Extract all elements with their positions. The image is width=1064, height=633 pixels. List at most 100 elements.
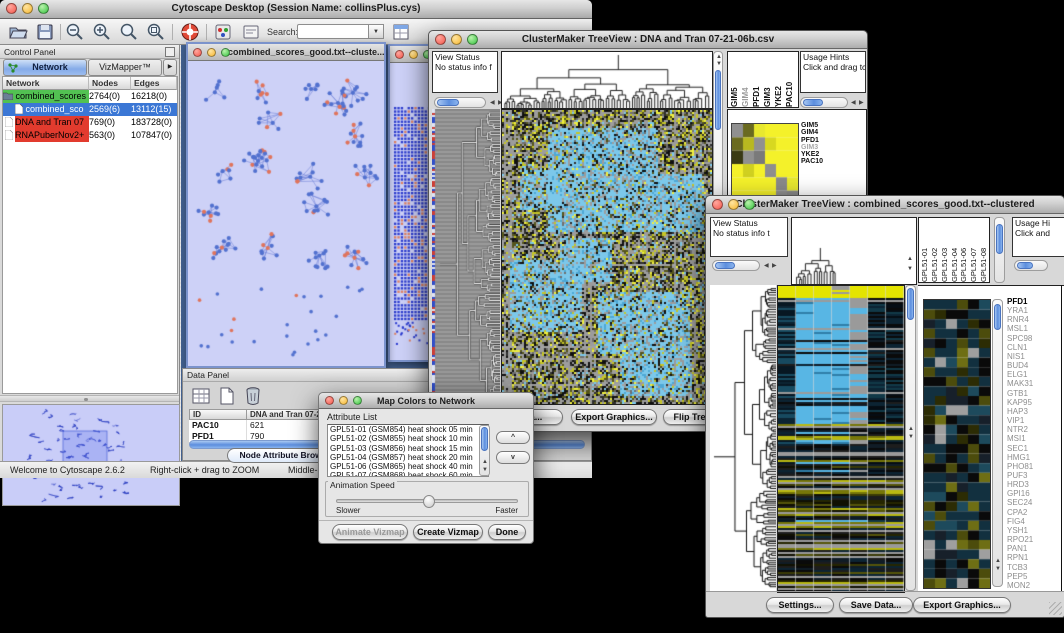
- minimize-icon[interactable]: [728, 199, 739, 210]
- dialog-titlebar[interactable]: Map Colors to Network: [319, 393, 533, 409]
- annotation-icon[interactable]: [241, 22, 261, 42]
- zoom-window-icon[interactable]: [38, 3, 49, 14]
- gene-label[interactable]: MSL1: [1007, 324, 1059, 333]
- column-label[interactable]: GPL51-04 (GSM857): [950, 218, 960, 282]
- scroll-thumb[interactable]: [907, 288, 914, 320]
- scroll-down-icon[interactable]: ▼: [716, 61, 722, 67]
- main-titlebar[interactable]: Cytoscape Desktop (Session Name: collins…: [0, 0, 592, 19]
- gene-label[interactable]: MSI1: [1007, 434, 1059, 443]
- undock-icon[interactable]: [165, 47, 175, 57]
- zoomview-vscrollbar[interactable]: ▲ ▼: [992, 299, 1003, 587]
- column-label[interactable]: GPL51-03 (GSM856): [940, 218, 950, 282]
- minimize-icon[interactable]: [207, 48, 216, 57]
- gene-label[interactable]: SEC24: [1007, 498, 1059, 507]
- scroll-left-icon[interactable]: ◀: [490, 100, 495, 106]
- column-label[interactable]: GPL51-01 (GSM854): [920, 218, 930, 282]
- heatmap-zoom-canvas[interactable]: [923, 299, 991, 589]
- zoomview-hscrollbar[interactable]: [800, 97, 848, 108]
- new-attribute-icon[interactable]: [217, 386, 237, 406]
- col-header-edges[interactable]: Edges: [131, 77, 177, 90]
- done-button[interactable]: Done: [488, 524, 526, 540]
- close-icon[interactable]: [395, 50, 404, 59]
- minimize-icon[interactable]: [339, 396, 348, 405]
- move-down-button[interactable]: v: [496, 451, 530, 464]
- zoom-out-icon[interactable]: [65, 22, 85, 42]
- gene-label[interactable]: MAK31: [1007, 379, 1059, 388]
- heatmap-zoom-canvas[interactable]: [731, 123, 799, 205]
- treeview1-titlebar[interactable]: ClusterMaker TreeView : DNA and Tran 07-…: [429, 31, 867, 49]
- network-window1-titlebar[interactable]: combined_scores_good.txt--cluste...: [188, 44, 384, 61]
- column-label[interactable]: PFD1: [752, 52, 763, 107]
- attribute-table-icon[interactable]: [191, 386, 211, 406]
- usage-hints-scrollbar[interactable]: [1014, 260, 1048, 271]
- tab-vizmapper[interactable]: VizMapper™: [88, 59, 162, 76]
- attribute-browser-icon[interactable]: [391, 22, 411, 42]
- scroll-down-icon[interactable]: ▼: [995, 566, 1001, 572]
- network-view-canvas-clusters[interactable]: [188, 61, 384, 366]
- zoom-in-icon[interactable]: [92, 22, 112, 42]
- gene-label[interactable]: NIS1: [1007, 352, 1059, 361]
- gene-label[interactable]: GTB1: [1007, 389, 1059, 398]
- close-icon[interactable]: [325, 396, 334, 405]
- scroll-right-icon[interactable]: ▶: [859, 100, 864, 106]
- gene-label[interactable]: GIM5: [801, 122, 863, 129]
- scroll-down-icon[interactable]: ▼: [907, 266, 913, 272]
- export-graphics-button[interactable]: Export Graphics...: [913, 597, 1011, 613]
- gene-label[interactable]: GIM3: [801, 144, 863, 151]
- resize-grip[interactable]: [1049, 602, 1062, 615]
- close-icon[interactable]: [193, 48, 202, 57]
- scroll-thumb[interactable]: [481, 427, 488, 451]
- view-status-scrollbar[interactable]: [434, 97, 486, 108]
- column-labels-scrollbar[interactable]: [994, 217, 1005, 283]
- zoom-fit-icon[interactable]: [146, 22, 166, 42]
- gene-label[interactable]: TCB3: [1007, 563, 1059, 572]
- slider-thumb[interactable]: [423, 495, 435, 508]
- column-label[interactable]: GPL51-07 (GSM868): [969, 218, 979, 282]
- dp-cell-id[interactable]: PAC10: [189, 420, 247, 431]
- combo-arrow-icon[interactable]: ▼: [369, 24, 384, 39]
- scroll-thumb[interactable]: [803, 99, 823, 106]
- animation-speed-slider[interactable]: [336, 499, 518, 503]
- attribute-list-item[interactable]: GPL51-03 (GSM856) heat shock 15 min: [328, 444, 488, 453]
- animate-vizmap-button[interactable]: Animate Vizmap: [332, 524, 408, 540]
- gene-label[interactable]: HRD3: [1007, 480, 1059, 489]
- minimize-icon[interactable]: [22, 3, 33, 14]
- dp-col-id[interactable]: ID: [189, 409, 247, 420]
- close-icon[interactable]: [712, 199, 723, 210]
- settings-button[interactable]: Settings...: [766, 597, 834, 613]
- attribute-list-item[interactable]: GPL51-07 (GSM868) heat shock 60 min: [328, 471, 488, 477]
- table-row-selected[interactable]: combined_sco 2569(6) 13112(15): [3, 103, 177, 116]
- export-graphics-button[interactable]: Export Graphics...: [571, 409, 657, 425]
- heatmap-vscrollbar[interactable]: ▲ ▼: [905, 285, 916, 591]
- column-label[interactable]: PAC10: [785, 52, 796, 107]
- gene-label[interactable]: PUF3: [1007, 471, 1059, 480]
- scroll-thumb[interactable]: [996, 224, 1003, 254]
- search-input[interactable]: [297, 24, 369, 39]
- gene-label[interactable]: VIP1: [1007, 416, 1059, 425]
- tab-network[interactable]: Network: [3, 59, 87, 76]
- scroll-up-icon[interactable]: ▲: [716, 54, 722, 60]
- attribute-list-item[interactable]: GPL51-01 (GSM854) heat shock 05 min: [328, 425, 488, 434]
- scroll-left-icon[interactable]: ◀: [764, 263, 769, 269]
- scroll-thumb[interactable]: [1017, 262, 1033, 269]
- help-lifesaver-icon[interactable]: [180, 22, 200, 42]
- gene-label[interactable]: ELG1: [1007, 370, 1059, 379]
- gene-label[interactable]: SPC98: [1007, 334, 1059, 343]
- col-header-network[interactable]: Network: [3, 77, 89, 90]
- gene-label[interactable]: BUD4: [1007, 361, 1059, 370]
- gene-label[interactable]: SEC1: [1007, 444, 1059, 453]
- row-dendrogram-canvas[interactable]: [710, 285, 776, 591]
- gene-label[interactable]: PAC10: [801, 158, 863, 165]
- gene-label[interactable]: CLN1: [1007, 343, 1059, 352]
- column-label[interactable]: GPL51-02 (GSM855): [930, 218, 940, 282]
- minimize-icon[interactable]: [451, 34, 462, 45]
- gene-label[interactable]: FIG4: [1007, 517, 1059, 526]
- scroll-up-icon[interactable]: ▲: [995, 558, 1001, 564]
- scroll-thumb[interactable]: [437, 99, 459, 106]
- gene-label[interactable]: PFD1: [1007, 297, 1059, 306]
- tab-overflow-button[interactable]: ▶: [163, 59, 177, 76]
- zoom-window-icon[interactable]: [744, 199, 755, 210]
- move-up-button[interactable]: ^: [496, 431, 530, 444]
- attribute-list-item[interactable]: GPL51-04 (GSM857) heat shock 20 min: [328, 453, 488, 462]
- row-dendrogram-canvas[interactable]: [432, 109, 500, 403]
